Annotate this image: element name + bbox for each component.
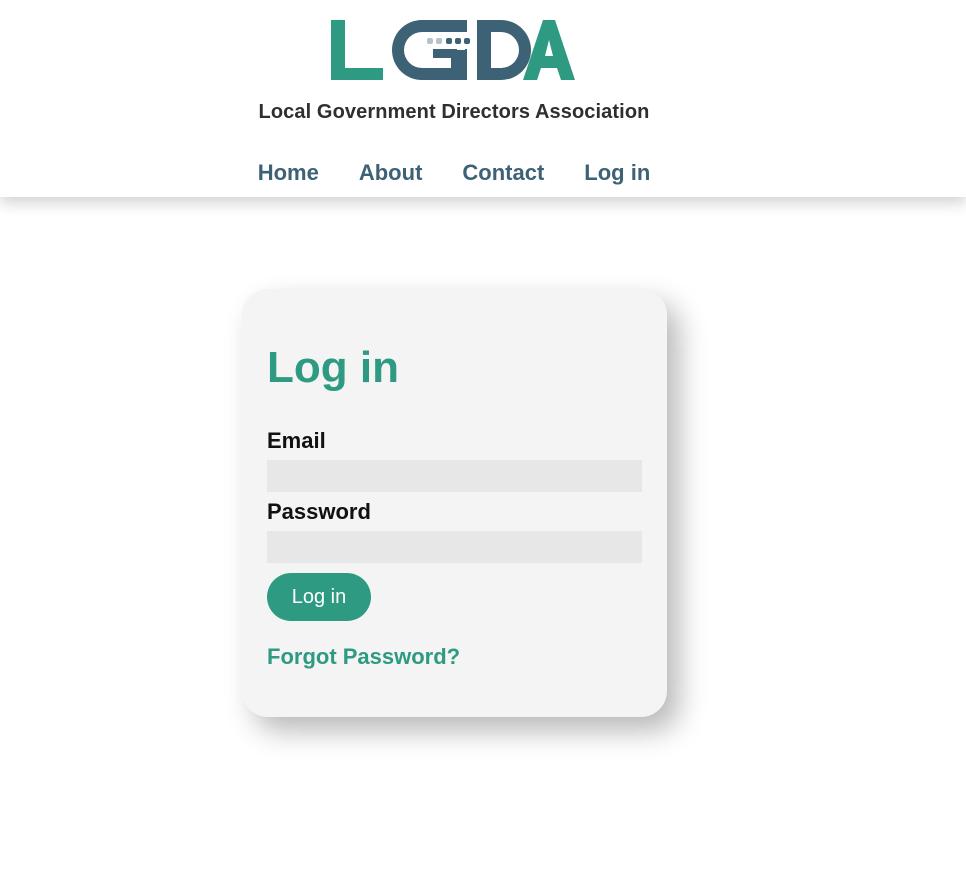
- main-nav: Home About Contact Log in: [0, 160, 908, 186]
- nav-log-in[interactable]: Log in: [584, 160, 650, 186]
- login-card: Log in Email Password Log in Forgot Pass…: [242, 289, 667, 717]
- login-title: Log in: [267, 343, 399, 392]
- nav-home[interactable]: Home: [258, 160, 319, 186]
- lgda-logo[interactable]: [329, 18, 577, 82]
- email-label: Email: [267, 428, 326, 453]
- email-field[interactable]: [267, 460, 642, 492]
- forgot-password-link[interactable]: Forgot Password?: [267, 644, 460, 670]
- nav-contact[interactable]: Contact: [462, 160, 544, 186]
- nav-about[interactable]: About: [359, 160, 423, 186]
- password-field[interactable]: [267, 531, 642, 563]
- login-button[interactable]: Log in: [267, 573, 371, 621]
- site-tagline: Local Government Directors Association: [258, 101, 650, 123]
- password-label: Password: [267, 499, 371, 524]
- site-header: Local Government Directors Association H…: [0, 0, 966, 197]
